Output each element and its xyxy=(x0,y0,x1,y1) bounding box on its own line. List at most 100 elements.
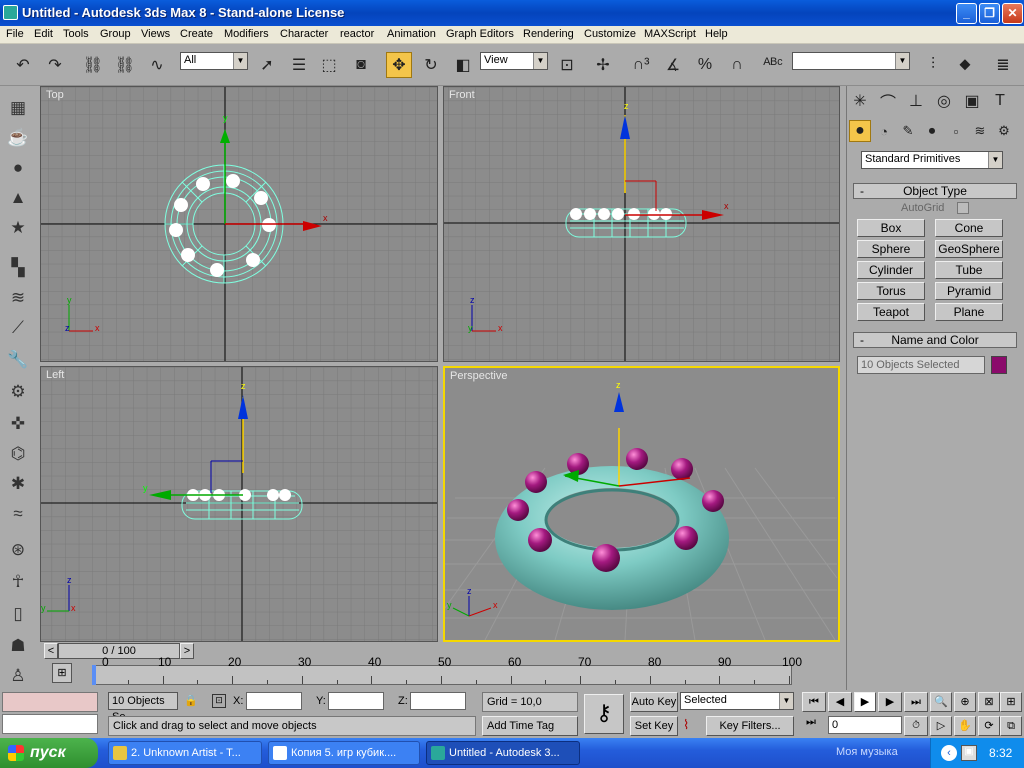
viewport-top-label[interactable]: Top xyxy=(46,89,64,101)
shapes-icon[interactable]: ◔ xyxy=(873,120,895,142)
sphere-icon[interactable]: ● xyxy=(6,156,30,180)
go-to-start-icon[interactable]: ⏮ xyxy=(802,692,826,712)
tray-music-label[interactable]: Моя музыка xyxy=(836,746,898,758)
menu-rendering[interactable]: Rendering xyxy=(523,28,574,40)
minimize-button[interactable]: _ xyxy=(956,3,977,24)
zoom-all-icon[interactable]: ⊕ xyxy=(954,692,976,712)
key-filters-button[interactable]: Key Filters... xyxy=(706,716,794,736)
object-name-field[interactable]: 10 Objects Selected xyxy=(857,356,985,374)
rectangular-selection-icon[interactable]: ⬚ xyxy=(316,52,342,78)
menu-modifiers[interactable]: Modifiers xyxy=(224,28,269,40)
select-and-move-icon[interactable]: ✥ xyxy=(386,52,412,78)
maximize-viewport-icon[interactable]: ⧉ xyxy=(1000,716,1022,736)
hierarchy-tab-icon[interactable]: ⊥ xyxy=(903,88,929,114)
tube-button[interactable]: Tube xyxy=(935,261,1003,279)
y-coordinate-field[interactable] xyxy=(328,692,384,710)
previous-frame-icon[interactable]: ◀ xyxy=(828,692,852,712)
set-key-button[interactable]: Set Key xyxy=(630,716,678,736)
figure-icon[interactable]: ♙ xyxy=(6,664,30,688)
utilities-tab-icon[interactable]: T xyxy=(987,88,1013,114)
zoom-icon[interactable]: 🔍 xyxy=(930,692,952,712)
spacewarps-icon[interactable]: ≋ xyxy=(969,120,991,142)
primitive-category-dropdown[interactable]: Standard Primitives ▼ xyxy=(861,151,1003,169)
teapot-button[interactable]: Teapot xyxy=(857,303,925,321)
task-word[interactable]: Копия 5. игр кубик.... xyxy=(268,741,420,765)
lights-icon[interactable]: ✎ xyxy=(897,120,919,142)
select-and-scale-icon[interactable]: ◧ xyxy=(450,52,476,78)
set-key-icon[interactable]: ⚷ xyxy=(584,694,624,734)
viewport-front-label[interactable]: Front xyxy=(449,89,475,101)
menu-file[interactable]: File xyxy=(6,28,24,40)
systems-icon[interactable]: ⚙ xyxy=(993,120,1015,142)
key-mode-dropdown[interactable]: Selected ▼ xyxy=(680,692,794,710)
z-coordinate-field[interactable] xyxy=(410,692,466,710)
zoom-extents-all-icon[interactable]: ⊞ xyxy=(1000,692,1022,712)
teapot-icon[interactable]: ☕ xyxy=(6,126,30,150)
time-configuration-icon[interactable]: ⏱ xyxy=(904,716,928,736)
add-time-tag-button[interactable]: Add Time Tag xyxy=(482,716,578,736)
pivot-center-icon[interactable]: ⊡ xyxy=(554,52,580,78)
star-icon[interactable]: ★ xyxy=(6,216,30,240)
mini-curve-editor-icon[interactable]: ⊞ xyxy=(52,663,72,683)
menu-group[interactable]: Group xyxy=(100,28,131,40)
geosphere-button[interactable]: GeoSphere xyxy=(935,240,1003,258)
align-icon[interactable]: ⬥ xyxy=(952,52,978,78)
time-prev-icon[interactable]: < xyxy=(44,643,58,659)
pyramid-button[interactable]: Pyramid xyxy=(935,282,1003,300)
object-type-rollout[interactable]: - Object Type xyxy=(853,183,1017,199)
display-tab-icon[interactable]: ▣ xyxy=(959,88,985,114)
absolute-mode-icon[interactable]: ⊡ xyxy=(212,694,226,708)
start-button[interactable]: пуск xyxy=(0,738,98,768)
track-bar[interactable]: ⊞ 0 10 20 30 40 50 60 70 80 90 100 xyxy=(40,655,846,689)
cameras-icon[interactable]: ⏺ xyxy=(921,120,943,142)
menu-tools[interactable]: Tools xyxy=(63,28,89,40)
tray-expand-icon[interactable]: ‹ xyxy=(941,745,957,761)
door-icon[interactable]: ▯ xyxy=(6,602,30,626)
maxscript-listener-pink[interactable] xyxy=(2,692,98,712)
motion-tab-icon[interactable]: ◎ xyxy=(931,88,957,114)
selection-filter-dropdown[interactable]: All ▼ xyxy=(180,52,248,70)
field-of-view-icon[interactable]: ▷ xyxy=(930,716,952,736)
helper-icon[interactable]: ✜ xyxy=(6,412,30,436)
close-button[interactable]: ✕ xyxy=(1002,3,1023,24)
task-3dsmax[interactable]: Untitled - Autodesk 3... xyxy=(426,741,580,765)
mirror-icon[interactable]: ⫶ xyxy=(920,52,946,78)
menu-edit[interactable]: Edit xyxy=(34,28,53,40)
percent-snap-icon[interactable]: % xyxy=(692,52,718,78)
menu-reactor[interactable]: reactor xyxy=(340,28,374,40)
torus-button[interactable]: Torus xyxy=(857,282,925,300)
play-icon[interactable]: ▶ xyxy=(854,692,876,712)
viewport-top[interactable]: y x y x z Top xyxy=(40,86,438,362)
window-crossing-icon[interactable]: ◙ xyxy=(348,52,374,78)
select-and-link-icon[interactable]: ⛓ xyxy=(80,52,106,78)
gear-icon[interactable]: ⚙ xyxy=(6,380,30,404)
go-to-end-icon[interactable]: ⏭ xyxy=(904,692,928,712)
name-and-color-rollout[interactable]: - Name and Color xyxy=(853,332,1017,348)
lock-selection-icon[interactable]: 🔒 xyxy=(184,694,198,708)
snaps-toggle-icon[interactable]: ∩³ xyxy=(628,52,654,78)
menu-views[interactable]: Views xyxy=(141,28,170,40)
create-tab-icon[interactable]: ✳ xyxy=(847,88,873,114)
zoom-extents-icon[interactable]: ⊠ xyxy=(978,692,1000,712)
maxscript-listener-white[interactable] xyxy=(2,714,98,734)
angle-snap-icon[interactable]: ∡ xyxy=(660,52,686,78)
default-in-out-tangents-icon[interactable]: ⌇ xyxy=(683,717,701,735)
wave-icon[interactable]: ≈ xyxy=(6,502,30,526)
next-frame-icon[interactable]: ▶ xyxy=(878,692,902,712)
box-button[interactable]: Box xyxy=(857,219,925,237)
geometry-icon[interactable]: ● xyxy=(849,120,871,142)
select-and-rotate-icon[interactable]: ↻ xyxy=(418,52,444,78)
menu-create[interactable]: Create xyxy=(180,28,213,40)
menu-maxscript[interactable]: MAXScript xyxy=(644,28,696,40)
arc-rotate-icon[interactable]: ⟳ xyxy=(978,716,1000,736)
viewport-left-label[interactable]: Left xyxy=(46,369,64,381)
unlink-icon[interactable]: ⛓ xyxy=(112,52,138,78)
viewport-perspective[interactable]: z z x y Perspective xyxy=(443,366,840,642)
layer-manager-icon[interactable]: ≣ xyxy=(990,52,1016,78)
viewport-perspective-label[interactable]: Perspective xyxy=(450,370,507,382)
wrench-icon[interactable]: 🔧 xyxy=(6,348,30,372)
undo-icon[interactable]: ↶ xyxy=(10,52,36,78)
helpers-icon[interactable]: ▫ xyxy=(945,120,967,142)
reactor-icon[interactable]: ⊛ xyxy=(6,538,30,562)
modify-tab-icon[interactable]: ⌒ xyxy=(875,88,901,114)
